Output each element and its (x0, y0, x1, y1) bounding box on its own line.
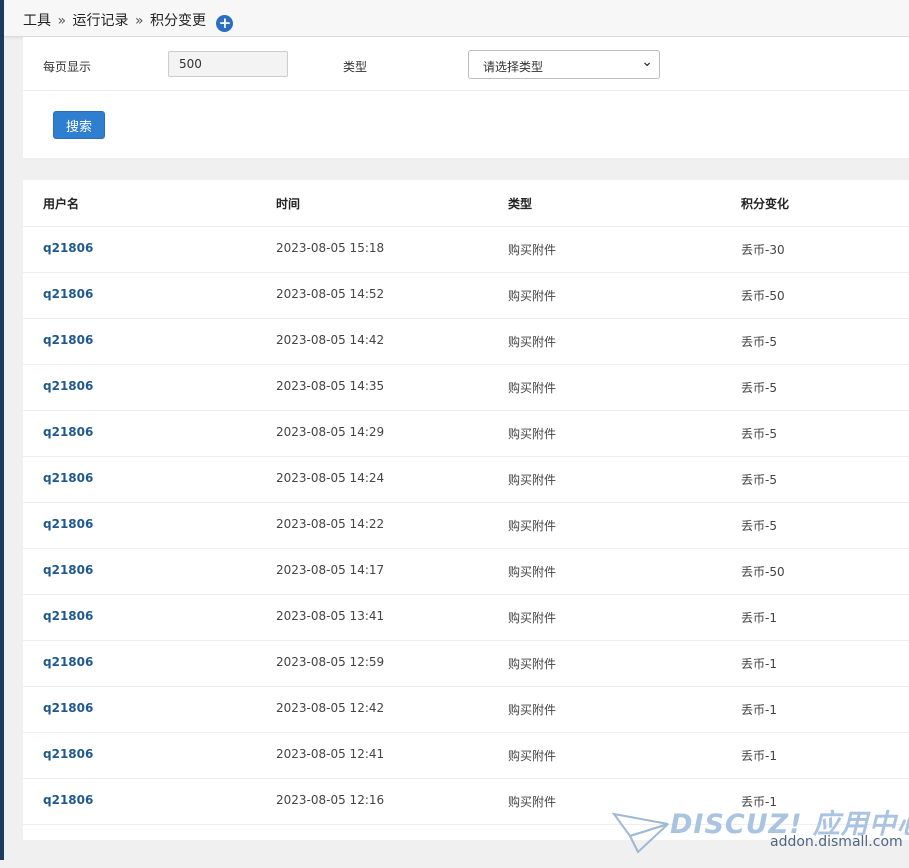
username-link[interactable]: q21806 (43, 379, 93, 393)
breadcrumb-item-credit-change: 积分变更 (149, 13, 206, 29)
type-cell: 购买附件 (508, 611, 557, 625)
time-cell: 2023-08-05 14:35 (276, 379, 385, 393)
type-select[interactable]: 请选择类型 ⌄ (468, 50, 660, 79)
username-link[interactable]: q21806 (43, 701, 93, 715)
type-cell: 购买附件 (508, 749, 557, 763)
username-link[interactable]: q21806 (43, 655, 93, 669)
type-cell: 购买附件 (508, 335, 557, 349)
header-time: 时间 (276, 197, 301, 211)
time-cell: 2023-08-05 12:42 (276, 701, 385, 715)
type-cell: 购买附件 (508, 795, 557, 809)
time-cell: 2023-08-05 14:22 (276, 517, 385, 531)
paper-plane-icon (612, 812, 669, 854)
time-cell: 2023-08-05 14:29 (276, 425, 385, 439)
table-row: q21806 2023-08-05 14:22 购买附件 丢币-5 (23, 502, 909, 549)
time-cell: 2023-08-05 14:52 (276, 287, 385, 301)
time-cell: 2023-08-05 15:18 (276, 241, 385, 255)
username-link[interactable]: q21806 (43, 425, 93, 439)
credit-change-cell: 丢币-30 (741, 243, 785, 257)
table-row: q21806 2023-08-05 12:42 购买附件 丢币-1 (23, 686, 909, 733)
credit-change-cell: 丢币-1 (741, 657, 777, 671)
table-row: q21806 2023-08-05 14:24 购买附件 丢币-5 (23, 456, 909, 503)
username-link[interactable]: q21806 (43, 563, 93, 577)
type-select-value: 请选择类型 (483, 60, 544, 74)
time-cell: 2023-08-05 12:59 (276, 655, 385, 669)
table-row: q21806 2023-08-05 12:59 购买附件 丢币-1 (23, 640, 909, 687)
breadcrumb-item-tools[interactable]: 工具 (23, 13, 51, 29)
type-cell: 购买附件 (508, 243, 557, 257)
type-cell: 购买附件 (508, 289, 557, 303)
breadcrumb-bar: 工具 » 运行记录 » 积分变更 + (4, 0, 909, 37)
table-row: q21806 2023-08-05 14:42 购买附件 丢币-5 (23, 318, 909, 365)
username-link[interactable]: q21806 (43, 241, 93, 255)
username-link[interactable]: q21806 (43, 471, 93, 485)
type-cell: 购买附件 (508, 703, 557, 717)
breadcrumb: 工具 » 运行记录 » 积分变更 + (23, 10, 234, 32)
bottom-edge (0, 860, 909, 868)
credit-change-cell: 丢币-50 (741, 565, 785, 579)
table-row: q21806 2023-08-05 12:41 购买附件 丢币-1 (23, 732, 909, 779)
username-link[interactable]: q21806 (43, 333, 93, 347)
credit-change-cell: 丢币-1 (741, 611, 777, 625)
credit-change-cell: 丢币-5 (741, 427, 777, 441)
table-row: q21806 2023-08-05 14:17 购买附件 丢币-50 (23, 548, 909, 595)
breadcrumb-item-run-log[interactable]: 运行记录 (72, 13, 128, 29)
table-row: q21806 2023-08-05 13:41 购买附件 丢币-1 (23, 594, 909, 641)
type-label: 类型 (343, 60, 368, 74)
filter-panel: 每页显示 类型 请选择类型 ⌄ 搜索 (23, 37, 909, 158)
table-header-row: 用户名 时间 类型 积分变化 (23, 180, 909, 227)
credit-change-cell: 丢币-1 (741, 703, 777, 717)
header-username: 用户名 (43, 197, 80, 211)
type-cell: 购买附件 (508, 565, 557, 579)
credit-log-table: 用户名 时间 类型 积分变化 q21806 2023-08-05 15:18 购买附… (23, 180, 909, 840)
time-cell: 2023-08-05 12:41 (276, 747, 385, 761)
time-cell: 2023-08-05 14:17 (276, 563, 385, 577)
type-cell: 购买附件 (508, 657, 557, 671)
time-cell: 2023-08-05 13:41 (276, 609, 385, 623)
credit-change-cell: 丢币-5 (741, 335, 777, 349)
table-row: q21806 2023-08-05 14:29 购买附件 丢币-5 (23, 410, 909, 457)
username-link[interactable]: q21806 (43, 287, 93, 301)
filter-row: 每页显示 类型 请选择类型 ⌄ (23, 37, 909, 91)
watermark-logo: DISCUZ! 应用中心 addon.dismall.com (612, 802, 909, 856)
header-type: 类型 (508, 197, 533, 211)
table-row: q21806 2023-08-05 14:35 购买附件 丢币-5 (23, 364, 909, 411)
table-row: q21806 2023-08-05 14:52 购买附件 丢币-50 (23, 272, 909, 319)
breadcrumb-separator: » (57, 13, 67, 29)
time-cell: 2023-08-05 14:24 (276, 471, 385, 485)
credit-change-cell: 丢币-1 (741, 749, 777, 763)
search-button[interactable]: 搜索 (53, 111, 105, 139)
chevron-down-icon: ⌄ (641, 54, 653, 70)
per-page-input[interactable] (168, 51, 288, 77)
type-cell: 购买附件 (508, 519, 557, 533)
watermark-url: addon.dismall.com (770, 834, 903, 850)
credit-change-cell: 丢币-5 (741, 519, 777, 533)
username-link[interactable]: q21806 (43, 747, 93, 761)
header-credit-change: 积分变化 (741, 197, 790, 211)
username-link[interactable]: q21806 (43, 793, 93, 807)
table-row: q21806 2023-08-05 15:18 购买附件 丢币-30 (23, 226, 909, 273)
username-link[interactable]: q21806 (43, 609, 93, 623)
username-link[interactable]: q21806 (43, 517, 93, 531)
breadcrumb-separator: » (134, 13, 144, 29)
per-page-label: 每页显示 (43, 60, 92, 74)
credit-change-cell: 丢币-5 (741, 381, 777, 395)
credit-change-cell: 丢币-50 (741, 289, 785, 303)
credit-change-cell: 丢币-5 (741, 473, 777, 487)
plus-circle-icon[interactable]: + (216, 15, 234, 32)
time-cell: 2023-08-05 14:42 (276, 333, 385, 347)
type-cell: 购买附件 (508, 473, 557, 487)
time-cell: 2023-08-05 12:16 (276, 793, 385, 807)
sidebar-edge (0, 0, 4, 860)
type-cell: 购买附件 (508, 427, 557, 441)
type-cell: 购买附件 (508, 381, 557, 395)
